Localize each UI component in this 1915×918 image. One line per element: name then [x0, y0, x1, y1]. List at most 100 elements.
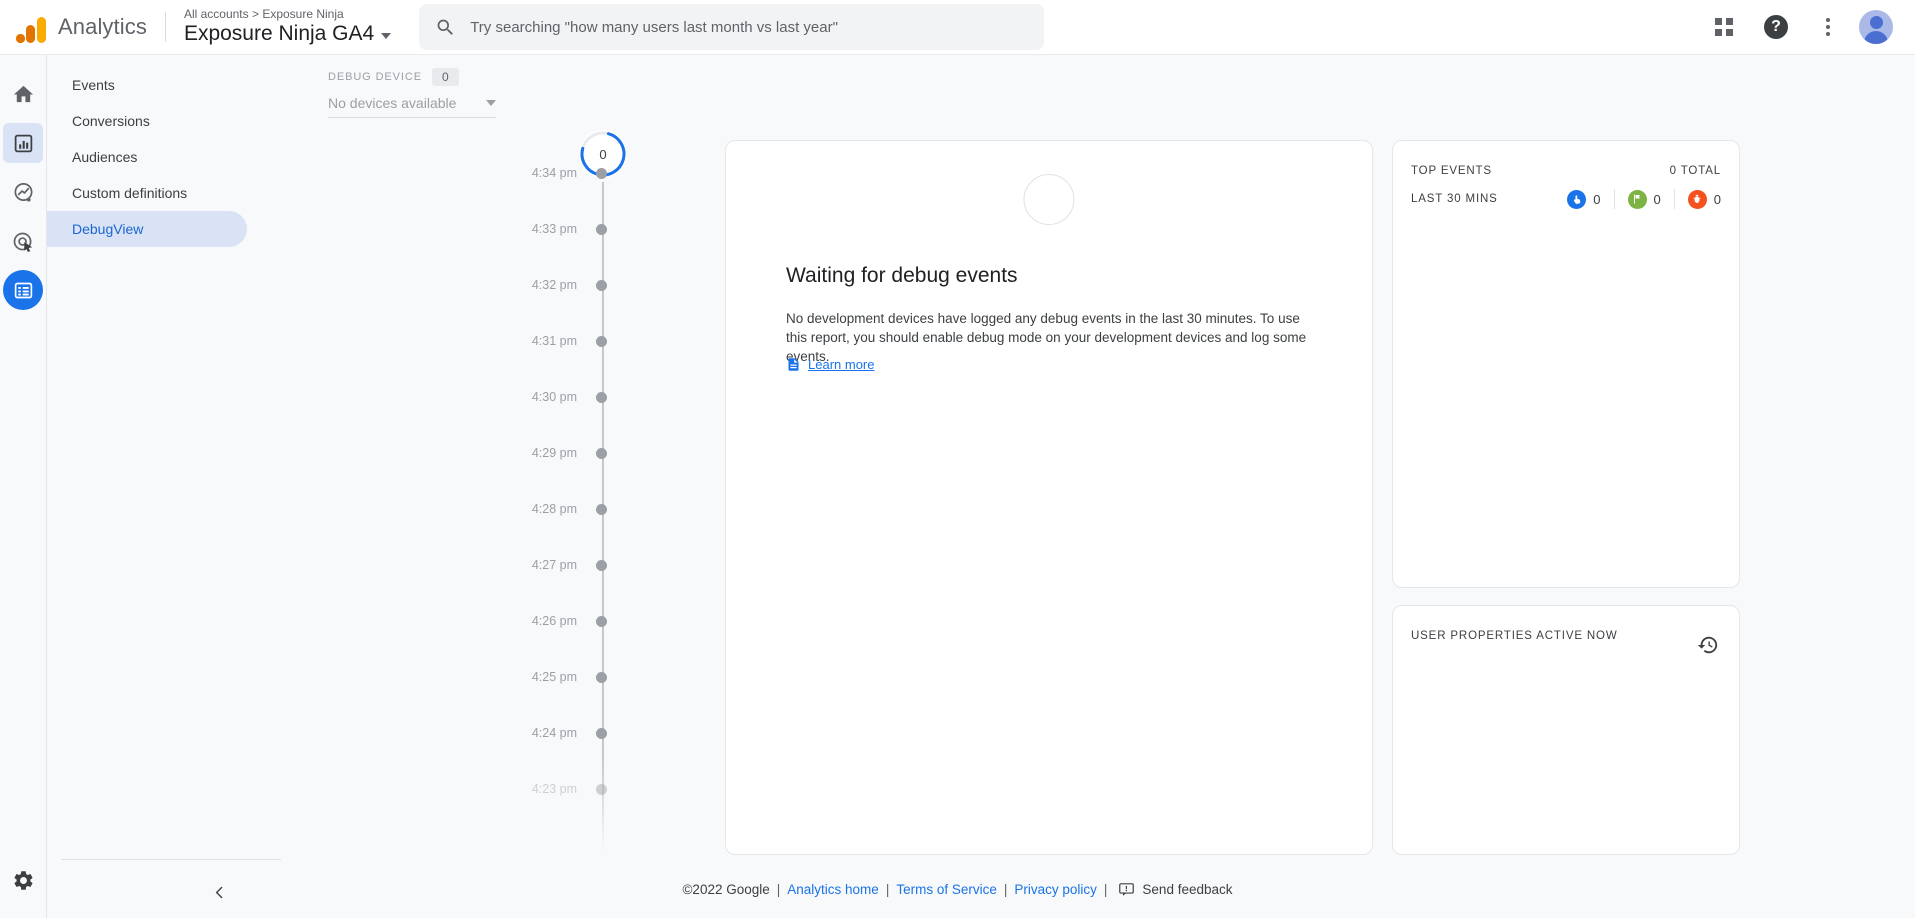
timeline-count-value: 0 [599, 147, 606, 162]
timeline-tick: 4:31 pm [440, 334, 650, 348]
history-button[interactable] [1697, 634, 1719, 661]
apps-grid-button[interactable] [1703, 6, 1745, 48]
timeline-time-label: 4:31 pm [440, 334, 595, 348]
debug-device-count-badge: 0 [432, 68, 459, 86]
touch-icon [1567, 190, 1586, 209]
timeline-dot-icon [596, 168, 607, 179]
help-icon: ? [1764, 15, 1788, 39]
header-divider [165, 12, 166, 42]
timeline-tick: 4:32 pm [440, 278, 650, 292]
footer-separator: | [886, 882, 890, 897]
document-icon [786, 357, 801, 372]
debug-timeline: 0 4:34 pm 4:33 pm 4:32 pm 4:31 pm 4:30 p… [440, 130, 700, 860]
counter-value: 0 [1654, 192, 1661, 207]
timeline-time-label: 4:24 pm [440, 726, 595, 740]
timeline-time-label: 4:34 pm [440, 166, 595, 180]
rail-item-explore[interactable] [3, 172, 43, 212]
footer-separator: | [1004, 882, 1008, 897]
timeline-time-label: 4:32 pm [440, 278, 595, 292]
rail-item-configure[interactable] [3, 270, 43, 310]
copyright-text: ©2022 Google [682, 882, 769, 897]
sidebar-item-label: Events [72, 77, 115, 93]
timeline-dot-icon [596, 504, 607, 515]
bar-chart-icon [13, 133, 34, 154]
flag-icon [1628, 190, 1647, 209]
search-input[interactable]: Try searching "how many users last month… [470, 19, 838, 36]
user-properties-card: USER PROPERTIES ACTIVE NOW [1392, 605, 1740, 855]
sidebar-item-events[interactable]: Events [47, 67, 247, 103]
rail-item-reports[interactable] [3, 123, 43, 163]
property-name: Exposure Ninja GA4 [184, 21, 374, 47]
timeline-tick: 4:28 pm [440, 502, 650, 516]
timeline-tick: 4:33 pm [440, 222, 650, 236]
counter-events[interactable]: 0 [1567, 190, 1613, 209]
more-options-button[interactable] [1807, 6, 1849, 48]
send-feedback-label: Send feedback [1142, 882, 1232, 897]
counter-errors[interactable]: 0 [1675, 190, 1721, 209]
learn-more-link[interactable]: Learn more [786, 357, 874, 372]
timeline-tick: 4:26 pm [440, 614, 650, 628]
timeline-dot-icon [596, 616, 607, 627]
user-properties-title: USER PROPERTIES ACTIVE NOW [1411, 630, 1618, 642]
sidebar-item-label: Custom definitions [72, 185, 187, 201]
timeline-tick: 4:27 pm [440, 558, 650, 572]
help-button[interactable]: ? [1755, 6, 1797, 48]
top-events-counters: 0 0 [1567, 189, 1721, 209]
timeline-time-label: 4:26 pm [440, 614, 595, 628]
history-icon [1697, 634, 1719, 656]
footer-link-terms[interactable]: Terms of Service [896, 882, 997, 897]
home-icon [12, 83, 35, 106]
sidebar-item-custom-definitions[interactable]: Custom definitions [47, 175, 247, 211]
debug-device-selector: DEBUG DEVICE 0 No devices available [328, 68, 538, 118]
top-events-card: TOP EVENTS 0 TOTAL LAST 30 MINS 0 [1392, 140, 1740, 588]
sidebar-item-audiences[interactable]: Audiences [47, 139, 247, 175]
timeline-dot-icon [596, 784, 607, 795]
timeline-dot-icon [596, 392, 607, 403]
configure-list-icon [13, 280, 34, 301]
timeline-tick: 4:30 pm [440, 390, 650, 404]
debug-device-dropdown[interactable]: No devices available [328, 95, 496, 118]
top-events-subtitle: LAST 30 MINS [1411, 193, 1498, 205]
timeline-dot-icon [596, 672, 607, 683]
send-feedback-button[interactable]: Send feedback [1118, 881, 1232, 898]
nav-divider [61, 859, 281, 860]
app-header: Analytics All accounts > Exposure Ninja … [0, 0, 1915, 55]
timeline-time-label: 4:33 pm [440, 222, 595, 236]
account-block: All accounts > Exposure Ninja Exposure N… [184, 7, 391, 47]
sidebar-item-label: DebugView [72, 221, 143, 237]
sidebar-item-debugview[interactable]: DebugView [47, 211, 247, 247]
counter-conversions[interactable]: 0 [1615, 190, 1674, 209]
avatar[interactable] [1859, 10, 1893, 44]
footer-separator: | [777, 882, 781, 897]
feedback-icon [1118, 881, 1135, 898]
timeline-time-label: 4:30 pm [440, 390, 595, 404]
apps-grid-icon [1715, 18, 1733, 36]
search-bar[interactable]: Try searching "how many users last month… [419, 4, 1044, 50]
timeline-time-label: 4:23 pm [440, 782, 595, 796]
timeline-dot-icon [596, 224, 607, 235]
rail-item-advertising[interactable] [3, 221, 43, 261]
timeline-tick: 4:24 pm [440, 726, 650, 740]
explore-trend-icon [12, 181, 35, 204]
sidebar-item-conversions[interactable]: Conversions [47, 103, 247, 139]
timeline-tick: 4:23 pm [440, 782, 650, 796]
empty-state-circle-icon [1024, 174, 1075, 225]
timeline-tick: 4:34 pm [440, 166, 650, 180]
breadcrumb: All accounts > Exposure Ninja [184, 7, 391, 21]
sidebar-item-label: Conversions [72, 113, 150, 129]
footer-link-analytics-home[interactable]: Analytics home [787, 882, 879, 897]
chevron-down-icon [486, 100, 496, 106]
timeline-time-label: 4:25 pm [440, 670, 595, 684]
footer-separator: | [1104, 882, 1108, 897]
property-selector[interactable]: Exposure Ninja GA4 [184, 21, 391, 47]
chevron-down-icon [381, 33, 391, 39]
timeline-dot-icon [596, 728, 607, 739]
analytics-debugview-page: Analytics All accounts > Exposure Ninja … [0, 0, 1915, 918]
rail-item-home[interactable] [3, 74, 43, 114]
top-events-title: TOP EVENTS [1411, 165, 1492, 177]
timeline-time-label: 4:29 pm [440, 446, 595, 460]
brand-name: Analytics [58, 14, 147, 40]
debug-events-panel: Waiting for debug events No development … [725, 140, 1373, 855]
nav-panel: Events Conversions Audiences Custom defi… [47, 55, 295, 918]
footer-link-privacy[interactable]: Privacy policy [1014, 882, 1097, 897]
